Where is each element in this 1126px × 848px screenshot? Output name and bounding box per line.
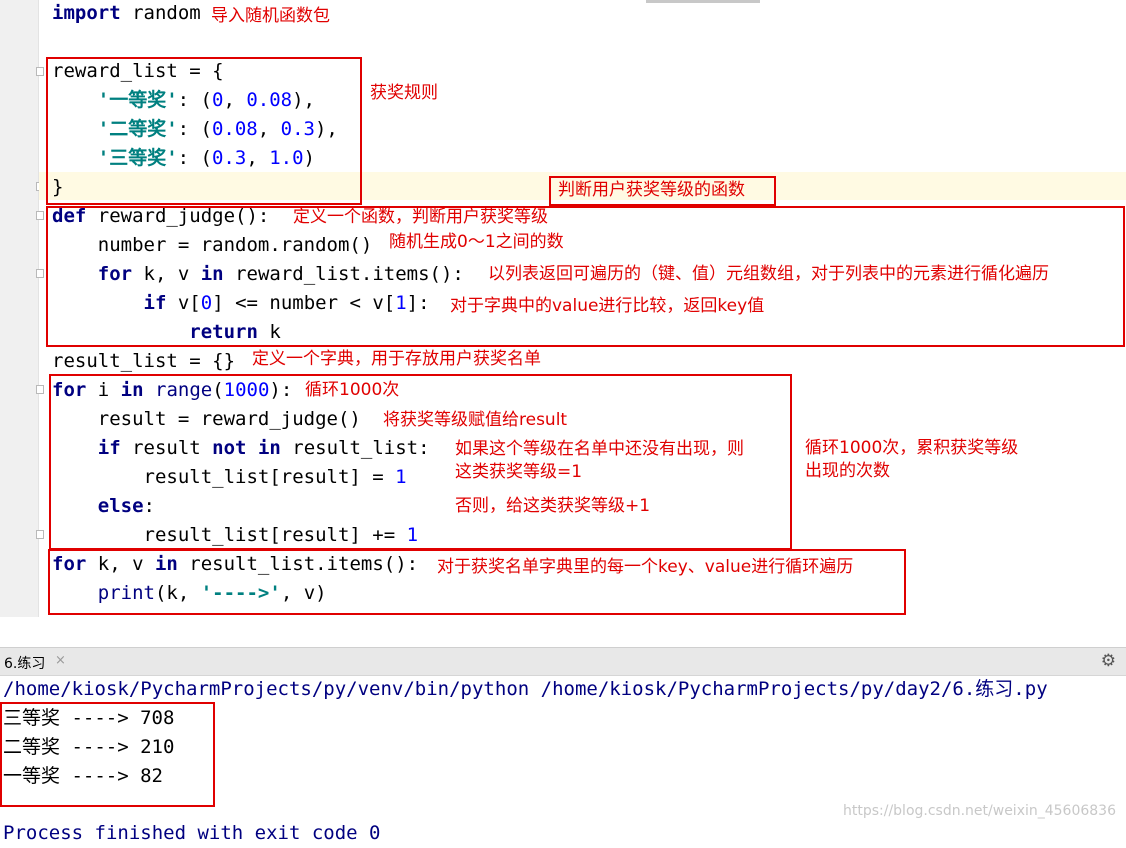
- gear-icon[interactable]: ⚙: [1101, 651, 1116, 671]
- fold-marker[interactable]: [36, 269, 44, 278]
- watermark: https://blog.csdn.net/weixin_45606836: [842, 803, 1116, 819]
- annotation-dict: 定义一个字典，用于存放用户获奖名单: [252, 349, 541, 369]
- annotation-compare: 对于字典中的value进行比较，返回key值: [450, 296, 765, 316]
- annotation-if-2: 这类获奖等级=1: [455, 462, 583, 482]
- code-line-13: result_list = {}: [52, 350, 236, 372]
- loop-box: [49, 374, 792, 550]
- annotation-count-2: 出现的次数: [805, 461, 890, 481]
- annotation-if-1: 如果这个等级在名单中还没有出现，则: [455, 439, 744, 459]
- annotation-rules: 获奖规则: [370, 83, 438, 103]
- annotation-print: 对于获奖名单字典里的每一个key、value进行循环遍历: [437, 557, 854, 577]
- annotation-assign: 将获奖等级赋值给result: [383, 410, 568, 430]
- editor-tab-indicator: [646, 0, 760, 3]
- annotation-items: 以列表返回可遍历的（键、值）元组数组，对于列表中的元素进行循化遍历: [488, 264, 1049, 284]
- annotation-def: 定义一个函数，判断用户获奖等级: [293, 207, 548, 227]
- annotation-import: 导入随机函数包: [211, 6, 330, 26]
- annotation-random: 随机生成0～1之间的数: [389, 232, 564, 252]
- console-finished: Process finished with exit code 0: [3, 822, 381, 844]
- close-icon[interactable]: ×: [55, 653, 66, 668]
- code-line-1: import random: [52, 2, 201, 24]
- annotation-loop: 循环1000次: [305, 380, 400, 400]
- fold-marker[interactable]: [36, 385, 44, 394]
- editor-bottom-space: [0, 617, 1126, 647]
- editor-gutter: [0, 0, 44, 647]
- fold-marker[interactable]: [36, 530, 44, 539]
- annotation-else: 否则，给这类获奖等级+1: [455, 496, 651, 516]
- run-toolbar: 6.练习 × ⚙: [0, 647, 1126, 676]
- fold-marker[interactable]: [36, 67, 44, 76]
- rules-box: [46, 57, 362, 205]
- code-editor[interactable]: import random reward_list = { '一等奖': (0,…: [0, 0, 1126, 647]
- run-tab[interactable]: 6.练习: [4, 653, 45, 673]
- output-box: [0, 702, 215, 807]
- fold-marker[interactable]: [36, 211, 44, 220]
- console-command: /home/kiosk/PycharmProjects/py/venv/bin/…: [3, 678, 1048, 700]
- annotation-count-1: 循环1000次，累积获奖等级: [805, 438, 1019, 458]
- annotation-judge-title: 判断用户获奖等级的函数: [558, 180, 745, 200]
